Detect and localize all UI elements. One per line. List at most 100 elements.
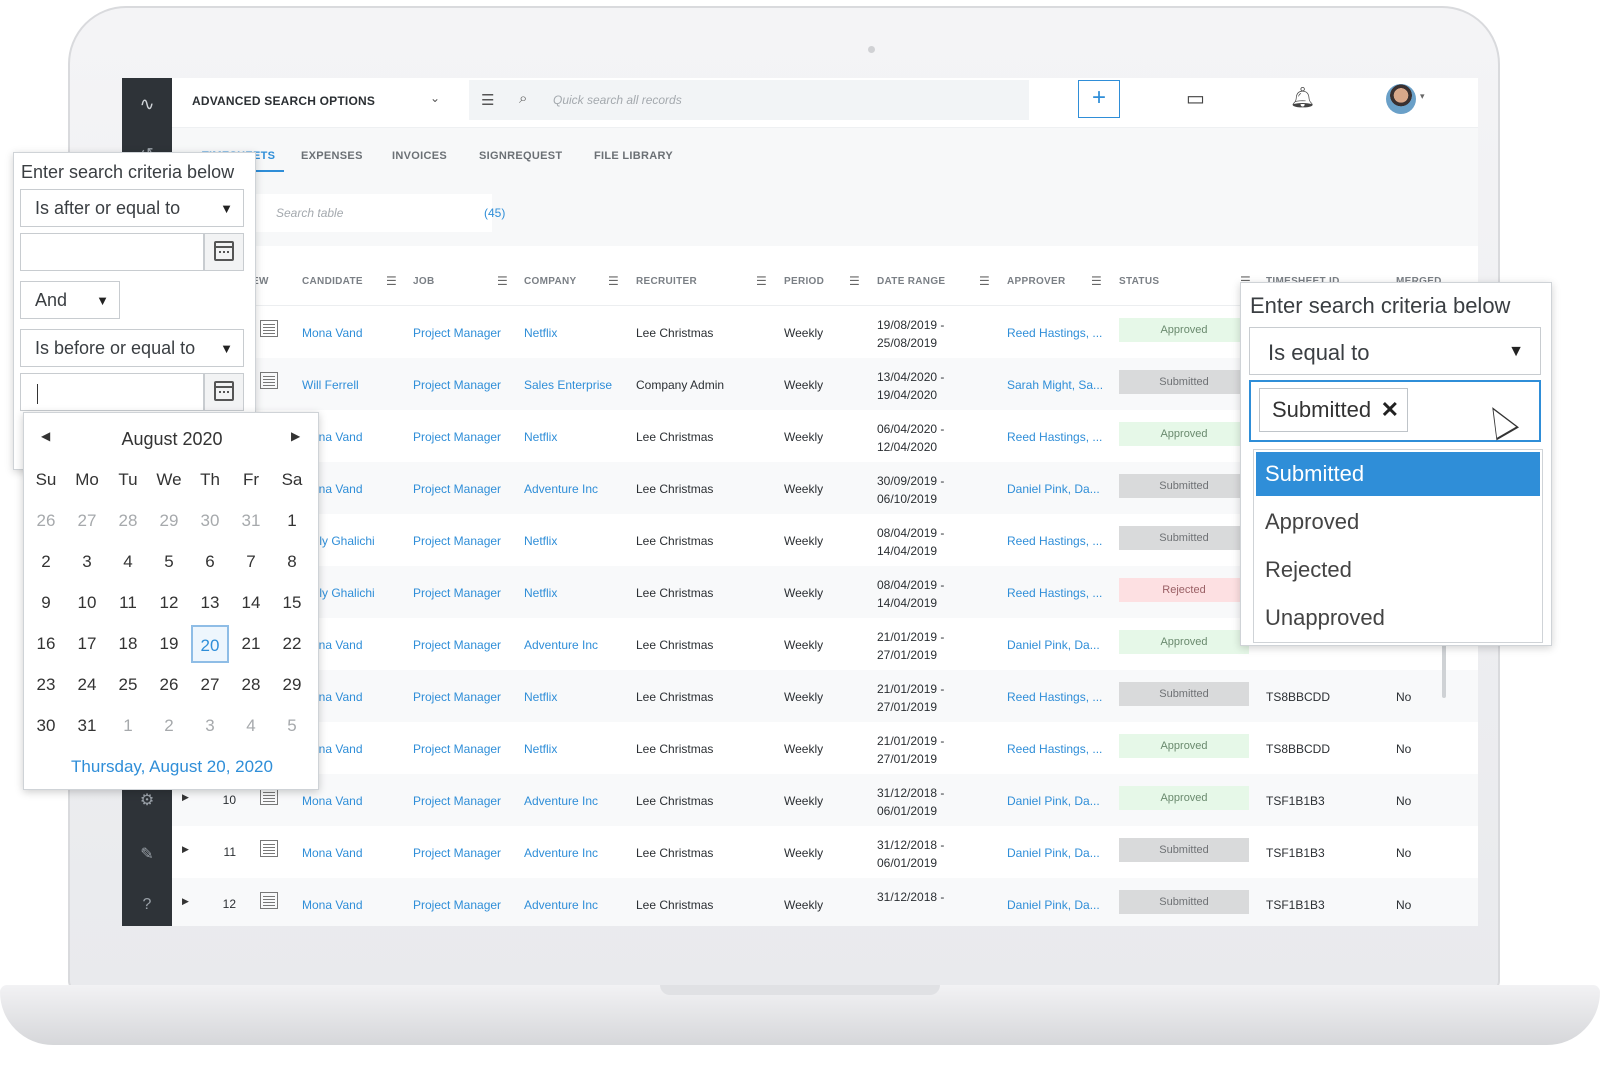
tab-expenses[interactable]: EXPENSES <box>301 150 363 162</box>
calendar-day[interactable]: 29 <box>273 666 311 704</box>
expand-row-icon[interactable]: ▶ <box>182 844 189 855</box>
calendar-day[interactable]: 23 <box>27 666 65 704</box>
calendar-day-selected[interactable]: 20 <box>191 625 229 663</box>
add-button[interactable]: + <box>1078 80 1120 118</box>
expand-row-icon[interactable]: ▶ <box>182 896 189 907</box>
table-row[interactable]: ▶ 12 Mona Vand Project Manager Adventure Inc… <box>172 878 1478 926</box>
calendar-day[interactable]: 21 <box>232 625 270 663</box>
calendar-day[interactable]: 5 <box>273 707 311 745</box>
view-document-icon[interactable] <box>260 788 278 805</box>
calendar-day[interactable]: 15 <box>273 584 311 622</box>
approver-link[interactable]: Daniel Pink, Da... <box>1007 638 1100 652</box>
quick-search-input[interactable]: Quick search all records <box>553 93 682 107</box>
calendar-month-title[interactable]: August 2020 <box>24 429 320 450</box>
selected-status-tag[interactable]: Submitted ✕ <box>1259 388 1409 432</box>
approver-link[interactable]: Sarah Might, Sa... <box>1007 378 1103 392</box>
approver-link[interactable]: Reed Hastings, ... <box>1007 430 1102 444</box>
approver-link[interactable]: Reed Hastings, ... <box>1007 742 1102 756</box>
calendar-day[interactable]: 12 <box>150 584 188 622</box>
tab-invoices[interactable]: INVOICES <box>392 150 447 162</box>
calendar-day[interactable]: 25 <box>109 666 147 704</box>
approver-link[interactable]: Reed Hastings, ... <box>1007 326 1102 340</box>
avatar[interactable] <box>1386 84 1416 114</box>
job-link[interactable]: Project Manager <box>413 586 501 600</box>
date-value-1-input[interactable] <box>20 233 204 271</box>
calendar-day[interactable]: 3 <box>191 707 229 745</box>
col-recruiter[interactable]: RECRUITER <box>636 276 697 287</box>
calendar-day[interactable]: 14 <box>232 584 270 622</box>
calendar-day[interactable]: 31 <box>68 707 106 745</box>
calendar-day[interactable]: 29 <box>150 502 188 540</box>
status-option-approved[interactable]: Approved <box>1256 500 1540 544</box>
calendar-day[interactable]: 17 <box>68 625 106 663</box>
company-link[interactable]: Netflix <box>524 326 557 340</box>
table-row[interactable]: ▶ 10 Mona Vand Project Manager Adventure Inc… <box>172 774 1478 826</box>
calendar-day[interactable]: 26 <box>150 666 188 704</box>
calendar-day[interactable]: 2 <box>27 543 65 581</box>
help-icon[interactable]: ? <box>134 892 160 918</box>
calendar-day[interactable]: 10 <box>68 584 106 622</box>
calendar-day[interactable]: 28 <box>232 666 270 704</box>
chat-icon[interactable]: ▭ <box>1186 86 1205 111</box>
approver-link[interactable]: Daniel Pink, Da... <box>1007 482 1100 496</box>
candidate-filter-icon[interactable]: ☰ <box>386 274 397 288</box>
approver-link[interactable]: Reed Hastings, ... <box>1007 534 1102 548</box>
table-row[interactable]: ▶ 11 Mona Vand Project Manager Adventure Inc… <box>172 826 1478 878</box>
calendar-day[interactable]: 13 <box>191 584 229 622</box>
calendar-day[interactable]: 6 <box>191 543 229 581</box>
calendar-day[interactable]: 19 <box>150 625 188 663</box>
candidate-link[interactable]: Mona Vand <box>302 846 363 860</box>
job-filter-icon[interactable]: ☰ <box>497 274 508 288</box>
approver-link[interactable]: Reed Hastings, ... <box>1007 690 1102 704</box>
calendar-day[interactable]: 18 <box>109 625 147 663</box>
calendar-today-link[interactable]: Thursday, August 20, 2020 <box>24 757 320 777</box>
approver-link[interactable]: Reed Hastings, ... <box>1007 586 1102 600</box>
company-link[interactable]: Netflix <box>524 586 557 600</box>
col-approver[interactable]: APPROVER <box>1007 276 1066 287</box>
job-link[interactable]: Project Manager <box>413 378 501 392</box>
remove-tag-close-icon[interactable]: ✕ <box>1381 389 1399 431</box>
chevron-down-icon[interactable]: ⌄ <box>430 91 440 105</box>
calendar-day[interactable]: 3 <box>68 543 106 581</box>
table-row[interactable]: ▶9Mona VandProject ManagerNetflixLee Chr… <box>172 722 1478 774</box>
status-operator-select[interactable]: Is equal to ▼ <box>1249 327 1541 375</box>
job-link[interactable]: Project Manager <box>413 898 501 912</box>
calendar-day[interactable]: 27 <box>68 502 106 540</box>
quick-search[interactable]: ☰ ⌕ Quick search all records <box>469 80 1029 120</box>
view-document-icon[interactable] <box>260 372 278 389</box>
col-company[interactable]: COMPANY <box>524 276 576 287</box>
company-link[interactable]: Netflix <box>524 430 557 444</box>
approver-link[interactable]: Daniel Pink, Da... <box>1007 898 1100 912</box>
company-link[interactable]: Adventure Inc <box>524 794 598 808</box>
col-period[interactable]: PERIOD <box>784 276 824 287</box>
view-document-icon[interactable] <box>260 892 278 909</box>
date-value-2-input[interactable] <box>20 373 204 411</box>
candidate-link[interactable]: Will Ferrell <box>302 378 359 392</box>
job-link[interactable]: Project Manager <box>413 638 501 652</box>
job-link[interactable]: Project Manager <box>413 742 501 756</box>
calendar-day[interactable]: 1 <box>273 502 311 540</box>
advanced-search-label[interactable]: ADVANCED SEARCH OPTIONS <box>192 94 375 108</box>
calendar-day[interactable]: 16 <box>27 625 65 663</box>
calendar-day[interactable]: 31 <box>232 502 270 540</box>
table-row[interactable]: ▶8Mona VandProject ManagerNetflixLee Chr… <box>172 670 1478 722</box>
bell-icon[interactable]: 🔔︎ <box>1290 85 1315 110</box>
calendar-1-button[interactable] <box>204 233 244 271</box>
company-link[interactable]: Netflix <box>524 534 557 548</box>
calendar-day[interactable]: 4 <box>232 707 270 745</box>
job-link[interactable]: Project Manager <box>413 846 501 860</box>
status-option-submitted[interactable]: Submitted <box>1256 452 1540 496</box>
next-month-icon[interactable]: ▶ <box>291 429 300 443</box>
job-link[interactable]: Project Manager <box>413 482 501 496</box>
col-candidate[interactable]: CANDIDATE <box>302 276 363 287</box>
recruiter-filter-icon[interactable]: ☰ <box>756 274 767 288</box>
calendar-day[interactable]: 26 <box>27 502 65 540</box>
calendar-day[interactable]: 4 <box>109 543 147 581</box>
table-scrollbar[interactable] <box>1442 638 1446 698</box>
company-link[interactable]: Sales Enterprise <box>524 378 612 392</box>
col-status[interactable]: STATUS <box>1119 276 1159 287</box>
approver-link[interactable]: Daniel Pink, Da... <box>1007 794 1100 808</box>
avatar-chevron-icon[interactable]: ▾ <box>1420 91 1425 102</box>
company-link[interactable]: Adventure Inc <box>524 898 598 912</box>
col-job[interactable]: JOB <box>413 276 434 287</box>
